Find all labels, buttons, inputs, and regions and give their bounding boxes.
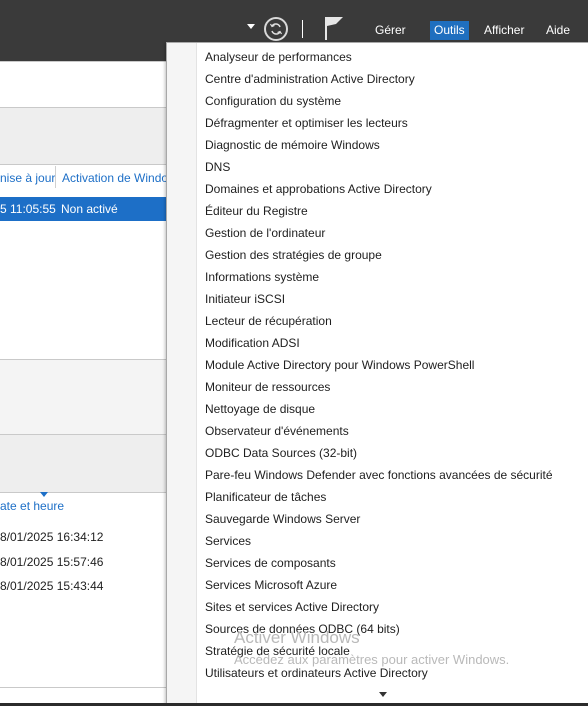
- menu-help[interactable]: Aide: [542, 21, 574, 40]
- menu-view[interactable]: Afficher: [480, 21, 528, 40]
- menu-item-recovery-drive[interactable]: Lecteur de récupération: [205, 311, 332, 331]
- menu-item-registry-editor[interactable]: Éditeur du Registre: [205, 201, 308, 221]
- menu-item-system-information[interactable]: Informations système: [205, 267, 319, 287]
- menu-item-dns[interactable]: DNS: [205, 157, 230, 177]
- column-header-datetime[interactable]: ate et heure: [0, 499, 64, 513]
- menu-manage[interactable]: Gérer: [371, 21, 410, 40]
- menu-item-memory-diagnostic[interactable]: Diagnostic de mémoire Windows: [205, 135, 380, 155]
- panel-band: [0, 360, 170, 434]
- menu-item-defender-firewall[interactable]: Pare-feu Windows Defender avec fonctions…: [205, 465, 553, 485]
- column-divider: [55, 166, 56, 188]
- tools-dropdown-menu: Analyseur de performances Centre d'admin…: [166, 42, 588, 706]
- toolbar-separator: [302, 20, 303, 38]
- row-activation-value: Non activé: [61, 202, 118, 216]
- panel-header-band: [0, 108, 170, 164]
- menu-item-computer-management[interactable]: Gestion de l'ordinateur: [205, 223, 325, 243]
- activation-watermark-title: Activer Windows: [234, 628, 360, 647]
- table-row-selected[interactable]: 5 11:05:55 Non activé: [0, 197, 170, 221]
- event-row-time: 8/01/2025 15:43:44: [0, 579, 104, 593]
- sort-down-icon: [40, 492, 48, 497]
- menu-item-iscsi-initiator[interactable]: Initiateur iSCSI: [205, 289, 285, 309]
- menu-item-ad-sites-services[interactable]: Sites et services Active Directory: [205, 597, 379, 617]
- menu-item-ad-domains-trusts[interactable]: Domaines et approbations Active Director…: [205, 179, 432, 199]
- panel-border: [0, 164, 170, 165]
- menu-item-component-services[interactable]: Services de composants: [205, 553, 336, 573]
- menu-item-services[interactable]: Services: [205, 531, 251, 551]
- flag-icon[interactable]: [323, 15, 345, 41]
- menu-item-ad-admin-center[interactable]: Centre d'administration Active Directory: [205, 69, 415, 89]
- menu-item-performance-monitor[interactable]: Analyseur de performances: [205, 47, 352, 67]
- menu-item-ad-powershell-module[interactable]: Module Active Directory pour Windows Pow…: [205, 355, 474, 375]
- menu-item-azure-services[interactable]: Services Microsoft Azure: [205, 575, 337, 595]
- column-header-update[interactable]: nise à jour: [0, 171, 55, 185]
- panel-border: [0, 492, 170, 493]
- menu-tools[interactable]: Outils: [430, 21, 469, 40]
- menu-item-disk-cleanup[interactable]: Nettoyage de disque: [205, 399, 315, 419]
- refresh-icon[interactable]: [264, 17, 288, 41]
- menu-item-event-viewer[interactable]: Observateur d'événements: [205, 421, 349, 441]
- menu-icon-gutter: [167, 43, 197, 706]
- menu-item-task-scheduler[interactable]: Planificateur de tâches: [205, 487, 326, 507]
- chevron-down-icon[interactable]: [247, 24, 255, 29]
- activation-watermark-subtitle: Accédez aux paramètres pour activer Wind…: [234, 652, 510, 667]
- event-row-time: 8/01/2025 16:34:12: [0, 530, 104, 544]
- menu-item-defragment-drives[interactable]: Défragmenter et optimiser les lecteurs: [205, 113, 408, 133]
- menu-item-odbc-32[interactable]: ODBC Data Sources (32-bit): [205, 443, 357, 463]
- panel-header-band: [0, 435, 170, 492]
- scroll-down-icon[interactable]: [379, 692, 387, 697]
- menu-item-adsi-edit[interactable]: Modification ADSI: [205, 333, 300, 353]
- column-header-activation[interactable]: Activation de Windo: [62, 171, 168, 185]
- menu-item-windows-server-backup[interactable]: Sauvegarde Windows Server: [205, 509, 360, 529]
- panel-border: [0, 687, 170, 688]
- menu-item-group-policy-management[interactable]: Gestion des stratégies de groupe: [205, 245, 382, 265]
- menu-item-resource-monitor[interactable]: Moniteur de ressources: [205, 377, 330, 397]
- menu-item-system-configuration[interactable]: Configuration du système: [205, 91, 341, 111]
- row-time-value: 5 11:05:55: [0, 202, 56, 216]
- panel-border: [0, 61, 170, 62]
- event-row-time: 8/01/2025 15:57:46: [0, 555, 104, 569]
